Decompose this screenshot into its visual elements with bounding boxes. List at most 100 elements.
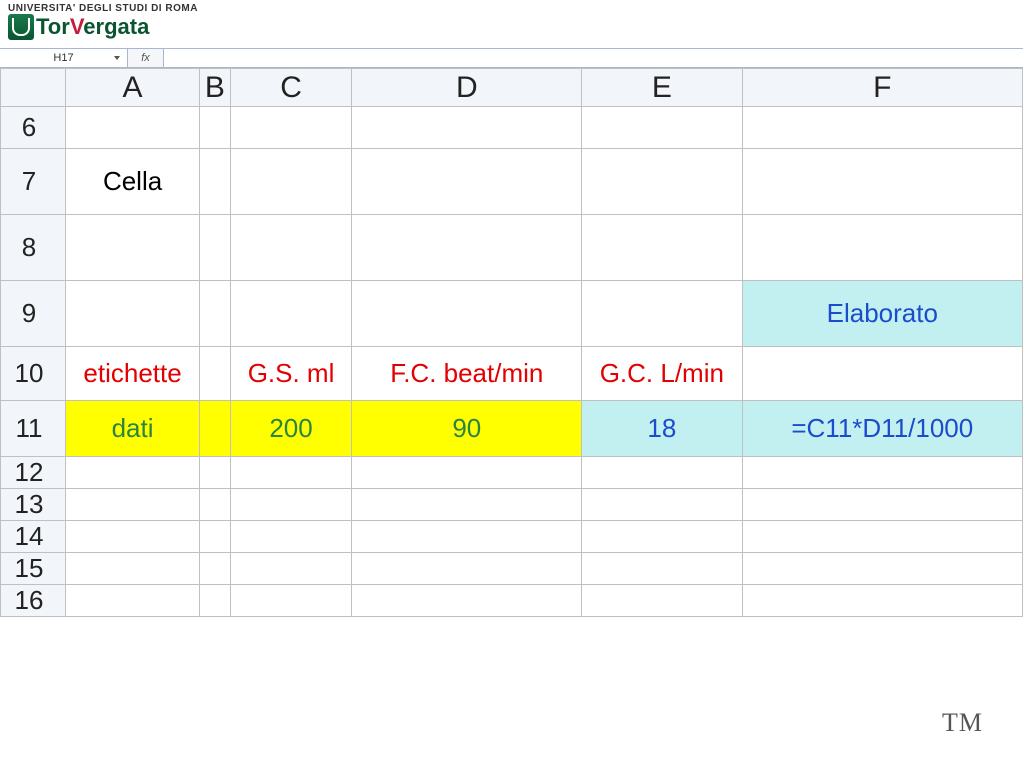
cell-D12[interactable] (352, 457, 582, 489)
cell-D16[interactable] (352, 585, 582, 617)
cell-D15[interactable] (352, 553, 582, 585)
cell-F6[interactable] (742, 107, 1022, 149)
cell-B14[interactable] (200, 521, 230, 553)
cell-C10[interactable]: G.S. ml (230, 347, 352, 401)
row-header-15[interactable]: 15 (1, 553, 66, 585)
chevron-down-icon[interactable] (111, 52, 123, 64)
university-header: UNIVERSITA' DEGLI STUDI DI ROMA TorVerga… (0, 0, 1023, 48)
cell-reference: H17 (53, 52, 73, 64)
cell-E11[interactable]: 18 (582, 401, 743, 457)
cell-C15[interactable] (230, 553, 352, 585)
cell-D8[interactable] (352, 215, 582, 281)
cell-A9[interactable] (66, 281, 200, 347)
cell-C11[interactable]: 200 (230, 401, 352, 457)
logo-part-ergata: ergata (83, 14, 149, 39)
cell-B8[interactable] (200, 215, 230, 281)
cell-F8[interactable] (742, 215, 1022, 281)
cell-D13[interactable] (352, 489, 582, 521)
logo-row: TorVergata (8, 14, 1015, 40)
col-header-D[interactable]: D (352, 69, 582, 107)
cell-F9[interactable]: Elaborato (742, 281, 1022, 347)
cell-B16[interactable] (200, 585, 230, 617)
cell-B13[interactable] (200, 489, 230, 521)
cell-E6[interactable] (582, 107, 743, 149)
cell-A6[interactable] (66, 107, 200, 149)
cell-A11[interactable]: dati (66, 401, 200, 457)
cell-E10[interactable]: G.C. L/min (582, 347, 743, 401)
row-header-14[interactable]: 14 (1, 521, 66, 553)
row-12: 12 (1, 457, 1023, 489)
col-header-F[interactable]: F (742, 69, 1022, 107)
row-header-12[interactable]: 12 (1, 457, 66, 489)
cell-D14[interactable] (352, 521, 582, 553)
cell-E13[interactable] (582, 489, 743, 521)
cell-C12[interactable] (230, 457, 352, 489)
col-header-C[interactable]: C (230, 69, 352, 107)
row-16: 16 (1, 585, 1023, 617)
cell-C7[interactable] (230, 149, 352, 215)
formula-input[interactable] (164, 49, 1023, 67)
cell-F10[interactable] (742, 347, 1022, 401)
cell-D11[interactable]: 90 (352, 401, 582, 457)
cell-C6[interactable] (230, 107, 352, 149)
cell-F13[interactable] (742, 489, 1022, 521)
cell-D10[interactable]: F.C. beat/min (352, 347, 582, 401)
cell-A13[interactable] (66, 489, 200, 521)
cell-E12[interactable] (582, 457, 743, 489)
row-6: 6 (1, 107, 1023, 149)
cell-D7[interactable] (352, 149, 582, 215)
row-header-8[interactable]: 8 (1, 215, 66, 281)
cell-A15[interactable] (66, 553, 200, 585)
row-header-9[interactable]: 9 (1, 281, 66, 347)
col-header-E[interactable]: E (582, 69, 743, 107)
fx-icon[interactable]: fx (128, 49, 164, 67)
row-header-16[interactable]: 16 (1, 585, 66, 617)
cell-F15[interactable] (742, 553, 1022, 585)
cell-C16[interactable] (230, 585, 352, 617)
col-header-B[interactable]: B (200, 69, 230, 107)
cell-B10[interactable] (200, 347, 230, 401)
select-all-corner[interactable] (1, 69, 66, 107)
cell-F16[interactable] (742, 585, 1022, 617)
row-header-10[interactable]: 10 (1, 347, 66, 401)
cell-E9[interactable] (582, 281, 743, 347)
formula-bar: H17 fx (0, 48, 1023, 68)
col-header-A[interactable]: A (66, 69, 200, 107)
cell-A16[interactable] (66, 585, 200, 617)
cell-A14[interactable] (66, 521, 200, 553)
cell-C8[interactable] (230, 215, 352, 281)
cell-B7[interactable] (200, 149, 230, 215)
cell-E14[interactable] (582, 521, 743, 553)
name-box[interactable]: H17 (0, 49, 128, 67)
row-header-7[interactable]: 7 (1, 149, 66, 215)
cell-A7[interactable]: Cella (66, 149, 200, 215)
row-header-13[interactable]: 13 (1, 489, 66, 521)
cell-E7[interactable] (582, 149, 743, 215)
cell-B9[interactable] (200, 281, 230, 347)
cell-C13[interactable] (230, 489, 352, 521)
cell-A12[interactable] (66, 457, 200, 489)
row-15: 15 (1, 553, 1023, 585)
cell-B11[interactable] (200, 401, 230, 457)
cell-F14[interactable] (742, 521, 1022, 553)
cell-D9[interactable] (352, 281, 582, 347)
cell-B15[interactable] (200, 553, 230, 585)
cell-F11[interactable]: =C11*D11/1000 (742, 401, 1022, 457)
row-header-11[interactable]: 11 (1, 401, 66, 457)
row-header-6[interactable]: 6 (1, 107, 66, 149)
cell-E16[interactable] (582, 585, 743, 617)
cell-E8[interactable] (582, 215, 743, 281)
cell-D6[interactable] (352, 107, 582, 149)
cell-C14[interactable] (230, 521, 352, 553)
cell-A8[interactable] (66, 215, 200, 281)
cell-B12[interactable] (200, 457, 230, 489)
cell-B6[interactable] (200, 107, 230, 149)
row-8: 8 (1, 215, 1023, 281)
cell-F7[interactable] (742, 149, 1022, 215)
spreadsheet-grid[interactable]: A B C D E F 6 7 Cella 8 9 (0, 68, 1023, 617)
logo-part-v: V (70, 14, 83, 39)
cell-E15[interactable] (582, 553, 743, 585)
cell-F12[interactable] (742, 457, 1022, 489)
cell-A10[interactable]: etichette (66, 347, 200, 401)
cell-C9[interactable] (230, 281, 352, 347)
